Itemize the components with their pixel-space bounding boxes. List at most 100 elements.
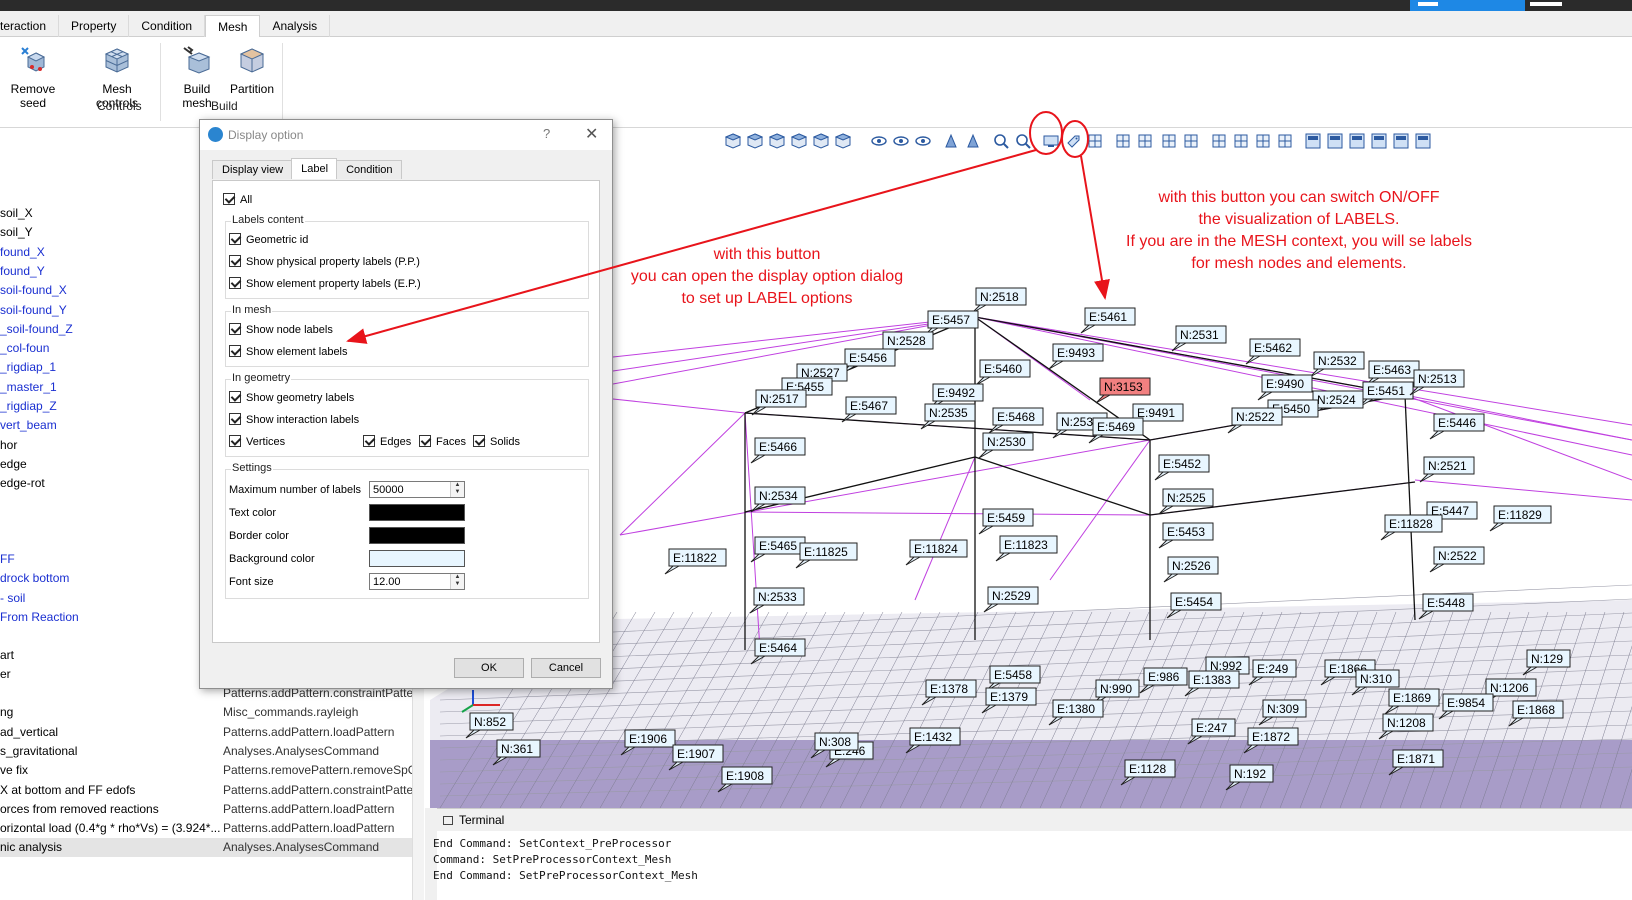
solids-checkbox[interactable]: Solids bbox=[473, 435, 520, 448]
command-row[interactable]: ad_vertical Patterns.addPattern.loadPatte… bbox=[0, 723, 418, 742]
mesh-label: E:5446 bbox=[1429, 413, 1485, 440]
element-property-label: Show element property labels (E.P.) bbox=[246, 278, 421, 290]
tab-analysis[interactable]: Analysis bbox=[260, 15, 331, 37]
command-row[interactable]: s_gravitational Analyses.AnalysesCommand bbox=[0, 742, 418, 761]
vertices-checkbox[interactable]: Vertices bbox=[229, 435, 285, 448]
view-right-icon[interactable] bbox=[813, 133, 829, 149]
in-geometry-title: In geometry bbox=[231, 372, 292, 384]
tree-item[interactable]: From Reaction bbox=[0, 610, 79, 624]
tab-property[interactable]: Property bbox=[59, 15, 130, 37]
grid-icon[interactable] bbox=[1087, 133, 1103, 149]
tree-item[interactable]: hor bbox=[0, 438, 17, 452]
checkbox-box bbox=[229, 233, 241, 245]
geometry-labels-checkbox[interactable]: Show geometry labels bbox=[229, 391, 354, 404]
light-icon[interactable] bbox=[1233, 133, 1249, 149]
screenshot-icon[interactable] bbox=[1161, 133, 1177, 149]
remove-seed-button[interactable]: Remove seed bbox=[0, 45, 66, 110]
tree-item[interactable]: vert_beam bbox=[0, 418, 57, 432]
tree-item[interactable]: _master_1 bbox=[0, 380, 57, 394]
tree-item[interactable]: soil_X bbox=[0, 206, 33, 220]
view-front-icon[interactable] bbox=[747, 133, 763, 149]
command-row[interactable]: X at bottom and FF edofs Patterns.addPatt… bbox=[0, 781, 418, 800]
spin-arrows[interactable]: ▲ ▼ bbox=[450, 574, 464, 589]
view-left-icon[interactable] bbox=[791, 133, 807, 149]
all-label: All bbox=[240, 194, 253, 206]
layout-icon[interactable] bbox=[1393, 133, 1409, 149]
text-color-swatch[interactable] bbox=[369, 504, 465, 521]
eye-off-icon[interactable] bbox=[915, 133, 931, 149]
tree-item[interactable]: soil_Y bbox=[0, 225, 33, 239]
tab-condition[interactable]: Condition bbox=[336, 160, 402, 179]
physical-property-checkbox[interactable]: Show physical property labels (P.P.) bbox=[229, 255, 420, 268]
command-row[interactable]: orces from removed reactions Patterns.add… bbox=[0, 800, 418, 819]
node-labels-checkbox[interactable]: Show node labels bbox=[229, 323, 333, 336]
view-back-icon[interactable] bbox=[769, 133, 785, 149]
layout-icon[interactable] bbox=[1305, 133, 1321, 149]
tree-item[interactable]: edge bbox=[0, 457, 27, 471]
export-icon[interactable] bbox=[1183, 133, 1199, 149]
zoom-fit-icon[interactable] bbox=[1015, 133, 1031, 149]
tab-display-view[interactable]: Display view bbox=[212, 160, 293, 179]
tree-item[interactable]: _rigdiap_Z bbox=[0, 399, 57, 413]
tree-item[interactable]: _soil-found_Z bbox=[0, 322, 73, 336]
command-row[interactable]: ve fix Patterns.removePattern.removeSpCo bbox=[0, 761, 423, 780]
tree-item[interactable]: found_X bbox=[0, 245, 45, 259]
tree-item[interactable]: found_Y bbox=[0, 264, 45, 278]
command-function: Misc_commands.rayleigh bbox=[223, 705, 359, 720]
command-row[interactable]: orizontal load (0.4*g * rho*Vs) = (3.924… bbox=[0, 819, 418, 838]
tree-item[interactable]: _rigdiap_1 bbox=[0, 360, 56, 374]
tree-item[interactable]: _col-foun bbox=[0, 341, 49, 355]
tree-item[interactable]: drock bottom bbox=[0, 571, 69, 585]
ok-button[interactable]: OK bbox=[454, 658, 524, 678]
spin-arrows[interactable]: ▲ ▼ bbox=[450, 482, 464, 497]
tab-mesh[interactable]: Mesh bbox=[205, 15, 261, 37]
help-button[interactable]: ? bbox=[543, 126, 550, 141]
tab-condition[interactable]: Condition bbox=[129, 15, 206, 37]
geometric-id-checkbox[interactable]: Geometric id bbox=[229, 233, 308, 246]
labels-toggle-icon[interactable] bbox=[1065, 133, 1081, 149]
tab-interaction[interactable]: teraction bbox=[0, 15, 60, 37]
max-labels-spinbox[interactable]: 50000 ▲ ▼ bbox=[369, 481, 465, 498]
cancel-button[interactable]: Cancel bbox=[531, 658, 601, 678]
tab-label[interactable]: Label bbox=[291, 158, 338, 179]
tree-item[interactable]: edge-rot bbox=[0, 476, 45, 490]
close-icon[interactable]: ✕ bbox=[585, 124, 598, 144]
interaction-labels-checkbox[interactable]: Show interaction labels bbox=[229, 413, 359, 426]
font-size-spinbox[interactable]: 12.00 ▲ ▼ bbox=[369, 573, 465, 590]
color-icon[interactable] bbox=[1255, 133, 1271, 149]
layout-icon[interactable] bbox=[1415, 133, 1431, 149]
show-hide-icon[interactable] bbox=[871, 133, 887, 149]
ribbon-body: Remove seed Mesh controls Build mesh Par… bbox=[0, 37, 1632, 128]
command-row[interactable]: nic analysis Analyses.AnalysesCommand bbox=[0, 838, 418, 858]
display-options-icon[interactable] bbox=[1043, 133, 1059, 149]
command-row[interactable]: ng Misc_commands.rayleigh bbox=[0, 703, 418, 722]
tree-item[interactable]: FF bbox=[0, 552, 15, 566]
all-checkbox[interactable]: All bbox=[223, 193, 252, 206]
element-labels-checkbox[interactable]: Show element labels bbox=[229, 345, 348, 358]
tree-item[interactable]: art bbox=[0, 648, 14, 662]
border-color-swatch[interactable] bbox=[369, 527, 465, 544]
probe-icon[interactable] bbox=[1211, 133, 1227, 149]
layout-icon[interactable] bbox=[1371, 133, 1387, 149]
tree-item[interactable]: er bbox=[0, 667, 11, 681]
faces-checkbox[interactable]: Faces bbox=[419, 435, 466, 448]
mesh-label-text: E:5453 bbox=[1167, 525, 1205, 539]
element-property-checkbox[interactable]: Show element property labels (E.P.) bbox=[229, 277, 421, 290]
view-iso-icon[interactable] bbox=[725, 133, 741, 149]
ruler-icon[interactable] bbox=[1137, 133, 1153, 149]
tree-item[interactable]: soil-found_X bbox=[0, 283, 67, 297]
layout-icon[interactable] bbox=[1349, 133, 1365, 149]
partition-button[interactable]: Partition bbox=[228, 45, 276, 96]
tree-item[interactable]: - soil bbox=[0, 591, 25, 605]
layout-icon[interactable] bbox=[1327, 133, 1343, 149]
tree-item[interactable]: soil-found_Y bbox=[0, 303, 67, 317]
background-color-swatch[interactable] bbox=[369, 550, 465, 567]
axes-icon[interactable] bbox=[1115, 133, 1131, 149]
section-icon[interactable] bbox=[965, 133, 981, 149]
perspective-icon[interactable] bbox=[943, 133, 959, 149]
cut-icon[interactable] bbox=[1277, 133, 1293, 149]
view-top-icon[interactable] bbox=[835, 133, 851, 149]
eye-icon[interactable] bbox=[893, 133, 909, 149]
edges-checkbox[interactable]: Edges bbox=[363, 435, 411, 448]
zoom-box-icon[interactable] bbox=[993, 133, 1009, 149]
